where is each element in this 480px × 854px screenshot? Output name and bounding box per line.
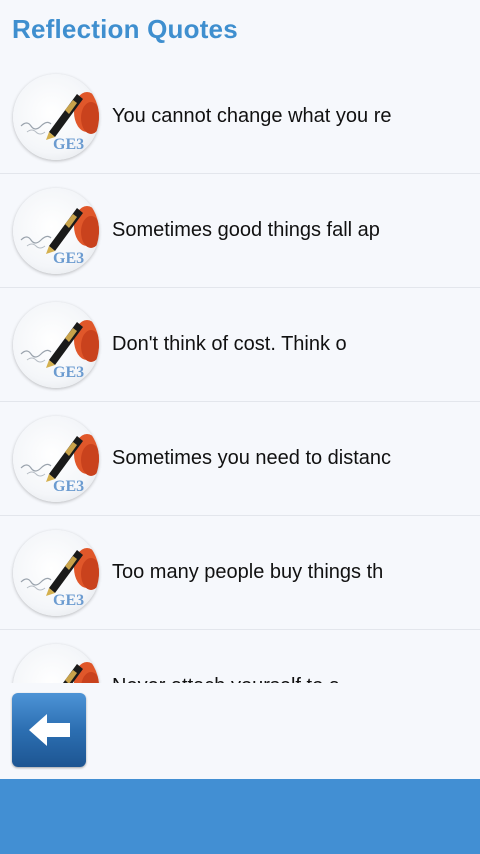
quote-list-item[interactable]: GE3 You cannot change what you re <box>0 60 480 174</box>
thumbnail-label: GE3 <box>53 592 85 609</box>
app-screen: Reflection Quotes GE3 You cannot change w… <box>0 0 480 854</box>
quote-list-item[interactable]: GE3 Sometimes good things fall ap <box>0 174 480 288</box>
quote-list-item[interactable]: GE3 Sometimes you need to distanc <box>0 402 480 516</box>
quote-thumbnail: GE3 <box>13 74 99 160</box>
thumbnail-label: GE3 <box>53 250 85 267</box>
quote-text: You cannot change what you re <box>112 105 392 127</box>
thumbnail-label: GE3 <box>53 364 85 381</box>
page-title: Reflection Quotes <box>12 14 238 44</box>
quote-list-item[interactable]: GE3 Don't think of cost. Think o <box>0 288 480 402</box>
quote-thumbnail: GE3 <box>13 302 99 388</box>
quote-text: Sometimes good things fall ap <box>112 219 380 241</box>
quote-text: Too many people buy things th <box>112 561 384 583</box>
quote-thumbnail: GE3 <box>13 416 99 502</box>
thumbnail-label: GE3 <box>53 478 85 495</box>
quote-list-item[interactable]: GE3 Too many people buy things th <box>0 516 480 630</box>
quote-list-item[interactable]: GE3 Never attach yourself to a <box>0 630 480 683</box>
quote-text: Sometimes you need to distanc <box>112 447 392 469</box>
back-button[interactable] <box>12 693 86 767</box>
quote-thumbnail: GE3 <box>13 644 99 683</box>
quote-text: Never attach yourself to a <box>112 675 340 683</box>
thumbnail-label: GE3 <box>53 136 85 153</box>
back-arrow-icon <box>29 714 70 746</box>
footer-bar <box>0 779 480 854</box>
quote-list[interactable]: GE3 You cannot change what you re GE3 Somet… <box>0 60 480 683</box>
quote-text: Don't think of cost. Think o <box>112 333 347 355</box>
quote-thumbnail: GE3 <box>13 530 99 616</box>
pen-writing-icon <box>63 662 99 683</box>
quote-thumbnail: GE3 <box>13 188 99 274</box>
